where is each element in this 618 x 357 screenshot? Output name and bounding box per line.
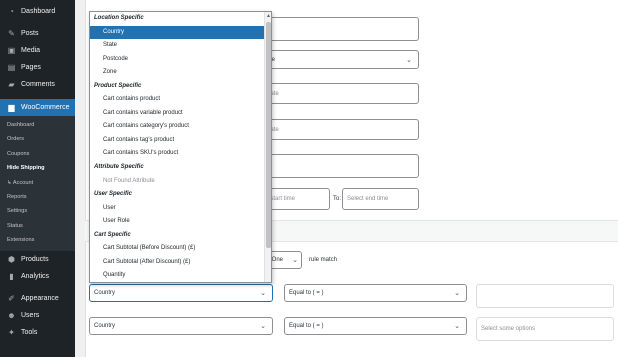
option-cart-subtotal-after-discount[interactable]: Cart Subtotal (After Discount) (£)	[90, 256, 271, 270]
option-zone[interactable]: Zone	[90, 66, 271, 80]
attribute-value: Country	[94, 290, 116, 296]
optgroup-user-specific: User Specific	[94, 191, 133, 198]
option-country[interactable]: Country	[90, 25, 271, 40]
menu-label: Products	[21, 255, 49, 263]
value-placeholder: Select some options	[481, 326, 536, 332]
menu-item-posts[interactable]: ✎ Posts	[0, 25, 75, 42]
menu-item-media[interactable]: ▣ Media	[0, 42, 75, 59]
submenu-item-extensions[interactable]: Extensions	[0, 233, 75, 247]
users-icon: ☻	[7, 310, 16, 320]
condition-value-multiselect[interactable]: Select some options	[476, 317, 614, 341]
chevron-down-icon: ⌄	[454, 290, 460, 297]
menu-label: Appearance	[21, 294, 59, 302]
end-date-input[interactable]: date	[262, 119, 419, 140]
option-not-found-attribute: Not Found Attribute	[103, 177, 155, 184]
option-postcode[interactable]: Postcode	[90, 53, 271, 67]
scrollbar-thumb[interactable]	[266, 22, 271, 248]
option-cart-subtotal-before-discount[interactable]: Cart Subtotal (Before Discount) (£)	[90, 242, 271, 256]
menu-label: Comments	[21, 81, 55, 88]
attribute-value: Country	[94, 323, 116, 329]
admin-sidebar: ◔ Dashboard ✎ Posts ▣ Media ▤ Pages ▰ Comment…	[0, 0, 75, 357]
dashboard-icon: ◔	[9, 7, 14, 16]
condition-attribute-select[interactable]: Country ⌄	[89, 284, 273, 302]
submenu-item-status[interactable]: Status	[0, 219, 75, 233]
menu-label: Pages	[21, 64, 41, 71]
woocommerce-icon: ▆	[8, 103, 15, 112]
pages-icon: ▤	[7, 63, 16, 72]
menu-item-tools[interactable]: ✦ Tools	[0, 324, 75, 341]
submenu-item-hide-shipping[interactable]: Hide Shipping	[0, 161, 75, 175]
analytics-icon: ▮	[9, 271, 14, 281]
pin-icon: ✎	[8, 29, 15, 38]
menu-label: Media	[21, 47, 41, 54]
rule-match-label: rule match	[309, 257, 338, 263]
text-field-2[interactable]	[262, 154, 419, 178]
chevron-down-icon: ⌄	[260, 323, 266, 330]
menu-label: Analytics	[21, 272, 50, 280]
option-cart-contains-sku-product[interactable]: Cart contains SKU's product	[90, 147, 271, 161]
option-quantity[interactable]: Quantity	[90, 269, 271, 282]
products-icon: ⬢	[8, 254, 15, 264]
condition-operator-select[interactable]: Equal to ( = ) ⌄	[284, 284, 467, 302]
submenu-item-orders[interactable]: Orders	[0, 132, 75, 146]
appearance-icon: ✐	[8, 293, 15, 303]
woocommerce-submenu: Dashboard Orders Coupons Hide Shipping ↳…	[0, 116, 75, 251]
submenu-item-dashboard[interactable]: Dashboard	[0, 118, 75, 132]
end-time-input[interactable]: Select end time	[342, 188, 419, 210]
option-user[interactable]: User	[90, 202, 271, 216]
start-time-input[interactable]: t start time	[262, 188, 330, 210]
menu-item-comments[interactable]: ▰ Comments	[0, 76, 75, 93]
to-label: To:	[333, 196, 342, 202]
menu-item-woocommerce[interactable]: ▆ WooCommerce	[0, 99, 75, 116]
attribute-dropdown-list[interactable]: Location Specific Country State Postcode…	[89, 11, 272, 283]
option-cart-contains-tag-product[interactable]: Cart contains tag's product	[90, 134, 271, 148]
menu-label: Dashboard	[21, 8, 56, 15]
submenu-item-reports[interactable]: Reports	[0, 190, 75, 204]
menu-item-users[interactable]: ☻ Users	[0, 307, 75, 324]
option-cart-contains-category-product[interactable]: Cart contains category's product	[90, 120, 271, 134]
end-time-placeholder: Select end time	[347, 196, 389, 202]
option-state[interactable]: State	[90, 39, 271, 53]
operator-value: Equal to ( = )	[289, 323, 324, 329]
comments-icon: ▰	[8, 80, 15, 89]
condition-operator-select[interactable]: Equal to ( = ) ⌄	[284, 317, 467, 335]
menu-label: Users	[21, 311, 40, 319]
tools-icon: ✦	[8, 327, 15, 337]
text-field-1[interactable]	[262, 17, 419, 41]
optgroup-location-specific: Location Specific	[94, 15, 144, 21]
menu-item-appearance[interactable]: ✐ Appearance	[0, 290, 75, 307]
chevron-down-icon: ⌄	[454, 323, 460, 330]
option-user-role[interactable]: User Role	[90, 215, 271, 229]
chevron-down-icon: ⌄	[292, 257, 298, 264]
chevron-down-icon: ⌄	[406, 56, 412, 64]
option-cart-contains-product[interactable]: Cart contains product	[90, 93, 271, 107]
scroll-up-arrow-icon[interactable]: ▲	[266, 13, 271, 19]
dropdown-scrollbar[interactable]: ▲	[264, 12, 271, 282]
optgroup-attribute-specific: Attribute Specific	[94, 164, 144, 171]
menu-label: Tools	[21, 328, 38, 336]
chevron-down-icon: ⌄	[260, 290, 266, 297]
submenu-item-coupons[interactable]: Coupons	[0, 147, 75, 161]
option-cart-contains-variable-product[interactable]: Cart contains variable product	[90, 107, 271, 121]
media-icon: ▣	[7, 46, 16, 55]
rule-select[interactable]: ule⌄	[262, 50, 419, 69]
menu-item-analytics[interactable]: ▮ Analytics	[0, 268, 75, 285]
menu-item-dashboard[interactable]: ◔ Dashboard	[0, 3, 75, 20]
operator-value: Equal to ( = )	[289, 290, 324, 296]
menu-label: WooCommerce	[21, 104, 70, 111]
menu-item-pages[interactable]: ▤ Pages	[0, 59, 75, 76]
optgroup-product-specific: Product Specific	[94, 82, 142, 89]
menu-item-products[interactable]: ⬢ Products	[0, 251, 75, 268]
submenu-item-account[interactable]: ↳ Account	[0, 176, 75, 190]
condition-value-input[interactable]	[476, 284, 614, 308]
start-date-input[interactable]: date	[262, 83, 419, 104]
optgroup-cart-specific: Cart Specific	[94, 231, 131, 238]
condition-attribute-select[interactable]: Country ⌄	[89, 317, 273, 335]
submenu-item-settings[interactable]: Settings	[0, 204, 75, 218]
menu-label: Posts	[21, 30, 39, 37]
